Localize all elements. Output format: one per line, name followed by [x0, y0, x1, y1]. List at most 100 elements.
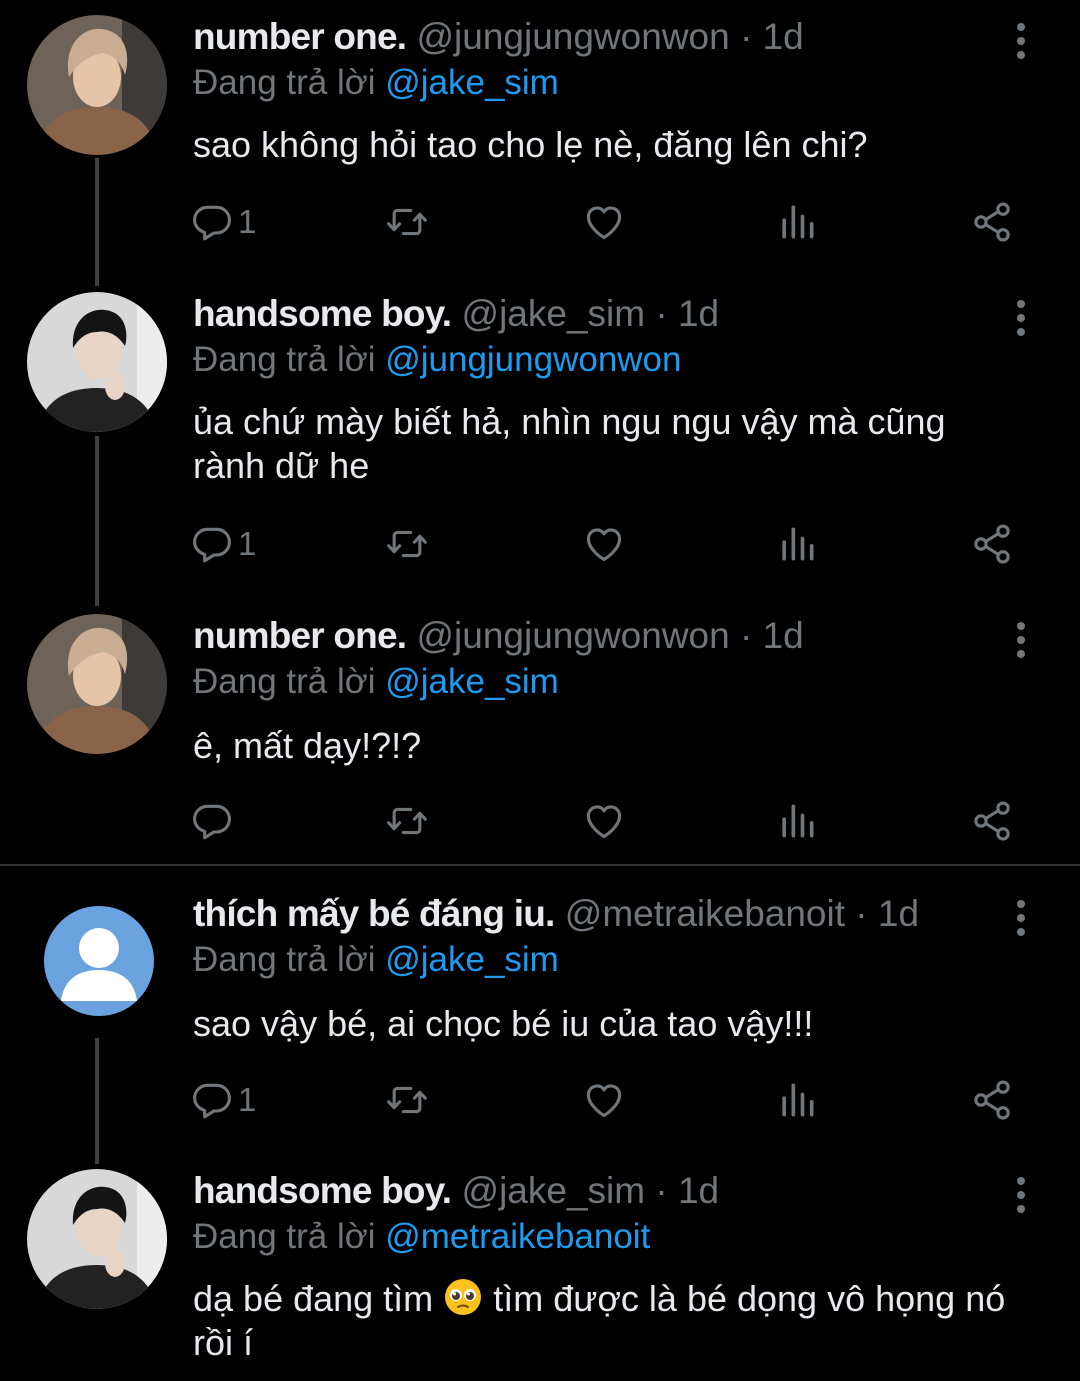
timestamp[interactable]: · 1d [855, 893, 919, 934]
user-photo-blonde-avatar-icon [27, 614, 167, 754]
reply-context: Đang trả lời @metraikebanoit [193, 1215, 650, 1259]
avatar[interactable] [27, 614, 167, 754]
more-icon [1006, 298, 1036, 338]
tweet-text: ủa chứ mày biết hả, nhìn ngu ngu vậy mà … [193, 401, 946, 486]
tweet-text: sao vậy bé, ai chọc bé iu của tao vậy!!! [193, 1003, 814, 1044]
action-bar: 1 [190, 519, 1020, 569]
default-user-avatar-icon [44, 906, 154, 1016]
share-button[interactable] [970, 1075, 1014, 1125]
avatar[interactable] [44, 906, 154, 1016]
avatar[interactable] [27, 15, 167, 155]
user-photo-blonde-avatar-icon [27, 15, 167, 155]
thread-divider [0, 864, 1080, 866]
user-photo-dark-hair-avatar-icon [27, 1169, 167, 1309]
share-button[interactable] [970, 519, 1014, 569]
tweet-header: handsome boy. @jake_sim · 1d [193, 292, 719, 336]
like-icon [582, 799, 626, 843]
action-bar: 1 [190, 1075, 1020, 1125]
retweet-button[interactable] [385, 1075, 429, 1125]
tweet-text: sao không hỏi tao cho lẹ nè, đăng lên ch… [193, 124, 868, 165]
handle[interactable]: @jungjungwonwon [417, 16, 730, 57]
views-button[interactable] [775, 519, 819, 569]
more-icon [1006, 21, 1036, 61]
handle[interactable]: @jungjungwonwon [417, 615, 730, 656]
retweet-button[interactable] [385, 197, 429, 247]
reply-button[interactable]: 1 [190, 1075, 256, 1125]
timestamp[interactable]: · 1d [740, 615, 804, 656]
display-name[interactable]: handsome boy. [193, 1170, 452, 1211]
views-button[interactable] [775, 1075, 819, 1125]
reply-count: 1 [238, 1081, 257, 1118]
display-name[interactable]: number one. [193, 16, 407, 57]
reply-context: Đang trả lời @jake_sim [193, 61, 559, 105]
user-photo-dark-hair-avatar-icon [27, 292, 167, 432]
share-icon [970, 522, 1014, 566]
thread-line [95, 1038, 99, 1164]
reply-button[interactable] [190, 796, 238, 846]
reply-context: Đang trả lời @jungjungwonwon [193, 338, 682, 382]
reply-button[interactable]: 1 [190, 197, 256, 247]
action-bar [190, 796, 1020, 846]
reply-prefix: Đang trả lời [193, 340, 376, 379]
share-icon [970, 200, 1014, 244]
like-button[interactable] [582, 796, 626, 846]
tweet-header: handsome boy. @jake_sim · 1d [193, 1169, 719, 1213]
timestamp[interactable]: · 1d [655, 293, 719, 334]
avatar[interactable] [27, 1169, 167, 1309]
views-icon [775, 1078, 819, 1122]
thread-line [95, 158, 99, 286]
reply-prefix: Đang trả lời [193, 662, 376, 701]
like-button[interactable] [582, 519, 626, 569]
action-bar: 1 [190, 197, 1020, 247]
share-icon [970, 799, 1014, 843]
like-icon [582, 522, 626, 566]
reply-context: Đang trả lời @jake_sim [193, 660, 559, 704]
display-name[interactable]: handsome boy. [193, 293, 452, 334]
more-button[interactable] [1006, 620, 1036, 660]
like-button[interactable] [582, 1075, 626, 1125]
handle[interactable]: @metraikebanoit [565, 893, 845, 934]
share-button[interactable] [970, 197, 1014, 247]
handle[interactable]: @jake_sim [462, 293, 646, 334]
views-button[interactable] [775, 197, 819, 247]
like-icon [582, 1078, 626, 1122]
avatar[interactable] [27, 292, 167, 432]
tweet-text: dạ bé đang tìm tìm được là bé dọng vô họ… [193, 1277, 1023, 1365]
tweet-header: number one. @jungjungwonwon · 1d [193, 15, 804, 59]
more-button[interactable] [1006, 21, 1036, 61]
timestamp[interactable]: · 1d [740, 16, 804, 57]
more-icon [1006, 898, 1036, 938]
more-button[interactable] [1006, 298, 1036, 338]
mention-link[interactable]: @jake_sim [385, 63, 559, 102]
more-button[interactable] [1006, 898, 1036, 938]
tweet-text: ê, mất dạy!?!? [193, 725, 422, 766]
more-icon [1006, 620, 1036, 660]
reply-prefix: Đang trả lời [193, 63, 376, 102]
reply-count: 1 [238, 525, 257, 562]
reply-icon [190, 200, 234, 244]
views-icon [775, 200, 819, 244]
handle[interactable]: @jake_sim [462, 1170, 646, 1211]
reply-prefix: Đang trả lời [193, 940, 376, 979]
display-name[interactable]: number one. [193, 615, 407, 656]
mention-link[interactable]: @metraikebanoit [385, 1217, 650, 1256]
retweet-button[interactable] [385, 519, 429, 569]
retweet-icon [385, 200, 429, 244]
thread-line [95, 436, 99, 606]
timestamp[interactable]: · 1d [655, 1170, 719, 1211]
reply-count: 1 [238, 203, 257, 240]
reply-icon [190, 522, 234, 566]
reply-icon [190, 1078, 234, 1122]
retweet-button[interactable] [385, 796, 429, 846]
reply-button[interactable]: 1 [190, 519, 256, 569]
views-button[interactable] [775, 796, 819, 846]
display-name[interactable]: thích mấy bé đáng iu. [193, 893, 555, 934]
mention-link[interactable]: @jake_sim [385, 940, 559, 979]
pleading-face-emoji-icon [445, 1279, 482, 1315]
share-button[interactable] [970, 796, 1014, 846]
more-button[interactable] [1006, 1175, 1036, 1215]
mention-link[interactable]: @jungjungwonwon [385, 340, 681, 379]
like-button[interactable] [582, 197, 626, 247]
mention-link[interactable]: @jake_sim [385, 662, 559, 701]
more-icon [1006, 1175, 1036, 1215]
